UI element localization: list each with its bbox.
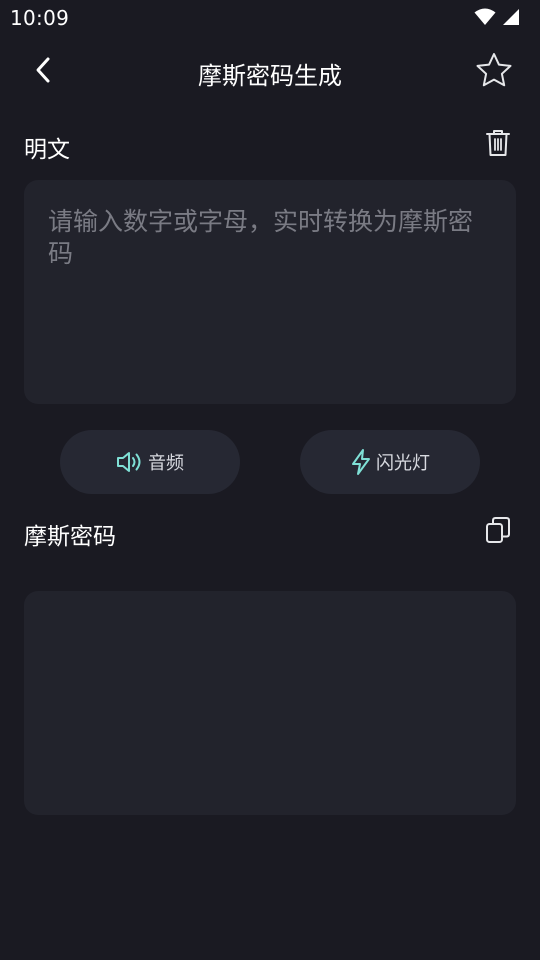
clear-button[interactable] (482, 129, 514, 161)
star-outline-icon (475, 52, 513, 92)
status-time: 10:09 (10, 6, 70, 30)
copy-button[interactable] (482, 516, 514, 548)
favorite-button[interactable] (474, 52, 514, 92)
morse-label: 摩斯密码 (24, 524, 116, 550)
app-bar: 摩斯密码生成 (0, 36, 540, 108)
flash-label: 闪光灯 (376, 453, 430, 474)
morse-output-card (24, 591, 516, 815)
plaintext-card (24, 180, 516, 404)
status-icons (474, 8, 520, 30)
lightning-icon (350, 448, 372, 476)
speaker-icon (116, 450, 144, 474)
flash-button[interactable]: 闪光灯 (300, 430, 480, 494)
cell-signal-icon (502, 8, 520, 30)
wifi-icon (474, 8, 496, 30)
audio-label: 音频 (148, 453, 184, 474)
morse-output (24, 591, 516, 643)
status-bar: 10:09 (0, 0, 540, 36)
plaintext-label: 明文 (24, 137, 70, 163)
trash-icon (486, 129, 510, 161)
audio-button[interactable]: 音频 (60, 430, 240, 494)
copy-icon (485, 516, 511, 548)
page-title: 摩斯密码生成 (198, 62, 342, 90)
plaintext-input[interactable] (24, 180, 516, 404)
